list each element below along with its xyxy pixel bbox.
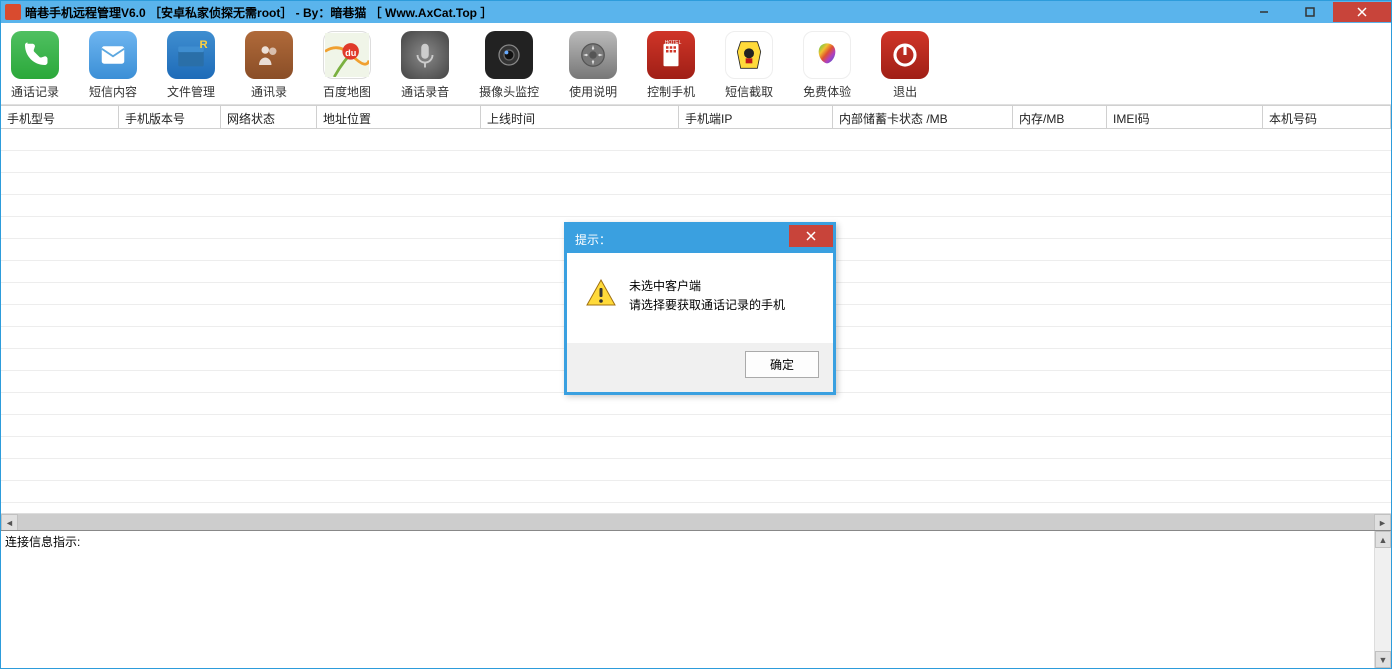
maximize-icon <box>1305 7 1315 17</box>
svg-text:R: R <box>200 39 208 51</box>
phone-icon <box>11 31 59 79</box>
record-icon <box>401 31 449 79</box>
toolbar-label: 通话录音 <box>401 83 449 100</box>
table-row <box>1 437 1391 459</box>
alert-dialog: 提示： 未选中客户端 请选择要获取通话记录的手机 确定 <box>564 222 836 395</box>
scroll-thumb[interactable] <box>18 514 1374 530</box>
col-version[interactable]: 手机版本号 <box>119 106 221 128</box>
col-network[interactable]: 网络状态 <box>221 106 317 128</box>
status-label: 连接信息指示: <box>5 535 80 549</box>
close-icon <box>806 231 816 241</box>
toolbar-label: 通话记录 <box>11 83 59 100</box>
warning-icon <box>585 277 617 309</box>
col-ip[interactable]: 手机端IP <box>679 106 833 128</box>
minimize-button[interactable] <box>1241 2 1287 22</box>
status-panel: 连接信息指示: ▲ ▼ <box>1 530 1391 668</box>
table-row <box>1 129 1391 151</box>
file-icon: R <box>167 31 215 79</box>
dialog-title-text: 提示： <box>575 231 611 248</box>
toolbar: 通话记录 短信内容 R 文件管理 通讯录 du 百度地图 <box>1 23 1391 105</box>
map-icon: du <box>323 31 371 79</box>
toolbar-label: 控制手机 <box>647 83 695 100</box>
scroll-down-arrow[interactable]: ▼ <box>1375 651 1391 668</box>
dialog-message: 未选中客户端 请选择要获取通话记录的手机 <box>629 277 785 325</box>
camera-icon <box>485 31 533 79</box>
col-online-time[interactable]: 上线时间 <box>481 106 679 128</box>
dialog-ok-button[interactable]: 确定 <box>745 351 819 378</box>
toolbar-label: 短信截取 <box>725 83 773 100</box>
toolbar-map[interactable]: du 百度地图 <box>323 31 371 100</box>
toolbar-label: 百度地图 <box>323 83 371 100</box>
toolbar-label: 文件管理 <box>167 83 215 100</box>
toolbar-call-log[interactable]: 通话记录 <box>11 31 59 100</box>
toolbar-free[interactable]: 免费体验 <box>803 31 851 100</box>
toolbar-contacts[interactable]: 通讯录 <box>245 31 293 100</box>
toolbar-label: 短信内容 <box>89 83 137 100</box>
contacts-icon <box>245 31 293 79</box>
close-icon <box>1356 6 1368 18</box>
smsget-icon <box>725 31 773 79</box>
table-row <box>1 481 1391 503</box>
toolbar-label: 使用说明 <box>569 83 617 100</box>
close-button[interactable] <box>1333 2 1391 22</box>
dialog-message-line1: 未选中客户端 <box>629 277 785 296</box>
toolbar-help[interactable]: 使用说明 <box>569 31 617 100</box>
svg-text:du: du <box>345 48 356 58</box>
toolbar-label: 退出 <box>893 83 917 100</box>
vertical-scrollbar[interactable]: ▲ ▼ <box>1374 531 1391 668</box>
toolbar-sms[interactable]: 短信内容 <box>89 31 137 100</box>
scroll-up-arrow[interactable]: ▲ <box>1375 531 1391 548</box>
dialog-body: 未选中客户端 请选择要获取通话记录的手机 <box>567 253 833 343</box>
table-row <box>1 415 1391 437</box>
free-icon <box>803 31 851 79</box>
control-icon: HOTEL <box>647 31 695 79</box>
window-title: 暗巷手机远程管理V6.0 ［安卓私家侦探无需root］ - By：暗巷猫 ［ W… <box>25 4 1241 21</box>
toolbar-file[interactable]: R 文件管理 <box>167 31 215 100</box>
col-model[interactable]: 手机型号 <box>1 106 119 128</box>
toolbar-label: 免费体验 <box>803 83 851 100</box>
sms-icon <box>89 31 137 79</box>
dialog-message-line2: 请选择要获取通话记录的手机 <box>629 296 785 315</box>
table-row <box>1 151 1391 173</box>
col-memory[interactable]: 内存/MB <box>1013 106 1107 128</box>
toolbar-exit[interactable]: 退出 <box>881 31 929 100</box>
toolbar-label: 通讯录 <box>251 83 287 100</box>
dialog-close-button[interactable] <box>789 225 833 247</box>
toolbar-control[interactable]: HOTEL 控制手机 <box>647 31 695 100</box>
dialog-titlebar[interactable]: 提示： <box>567 225 833 253</box>
horizontal-scrollbar[interactable]: ◄ ► <box>1 513 1391 530</box>
toolbar-record[interactable]: 通话录音 <box>401 31 449 100</box>
help-icon <box>569 31 617 79</box>
svg-text:HOTEL: HOTEL <box>665 40 682 46</box>
col-storage[interactable]: 内部储蓄卡状态 /MB <box>833 106 1013 128</box>
toolbar-camera[interactable]: 摄像头监控 <box>479 31 539 100</box>
window-controls <box>1241 2 1391 22</box>
table-header-row: 手机型号 手机版本号 网络状态 地址位置 上线时间 手机端IP 内部储蓄卡状态 … <box>1 105 1391 129</box>
col-location[interactable]: 地址位置 <box>317 106 481 128</box>
app-icon <box>5 4 21 20</box>
toolbar-label: 摄像头监控 <box>479 83 539 100</box>
scroll-right-arrow[interactable]: ► <box>1374 514 1391 531</box>
minimize-icon <box>1259 7 1269 17</box>
table-row <box>1 393 1391 415</box>
table-row <box>1 459 1391 481</box>
table-row <box>1 195 1391 217</box>
exit-icon <box>881 31 929 79</box>
col-imei[interactable]: IMEI码 <box>1107 106 1263 128</box>
titlebar[interactable]: 暗巷手机远程管理V6.0 ［安卓私家侦探无需root］ - By：暗巷猫 ［ W… <box>1 1 1391 23</box>
maximize-button[interactable] <box>1287 2 1333 22</box>
scroll-left-arrow[interactable]: ◄ <box>1 514 18 531</box>
table-row <box>1 173 1391 195</box>
col-phone-number[interactable]: 本机号码 <box>1263 106 1391 128</box>
scroll-track[interactable] <box>18 514 1374 530</box>
dialog-button-row: 确定 <box>567 343 833 392</box>
toolbar-smsget[interactable]: 短信截取 <box>725 31 773 100</box>
